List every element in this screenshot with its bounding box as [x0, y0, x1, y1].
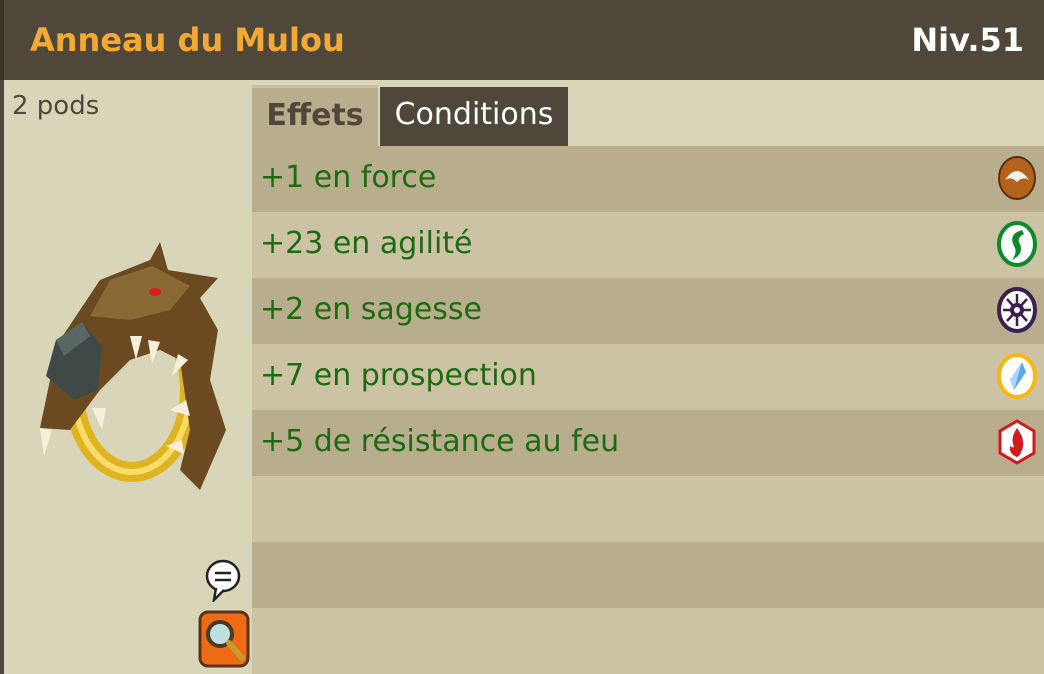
item-title: Anneau du Mulou	[30, 21, 345, 59]
effect-row: +7 en prospection	[252, 344, 1044, 410]
effects-list: +1 en force +23 en agilité +2 en sagesse	[252, 146, 1044, 674]
item-header: Anneau du Mulou Niv.51	[0, 0, 1044, 80]
fire-resistance-icon	[998, 419, 1036, 465]
prospecting-icon	[997, 353, 1037, 399]
effect-text: +7 en prospection	[260, 358, 537, 393]
item-sidebar: 2 pods	[0, 80, 252, 674]
effect-row: +5 de résistance au feu	[252, 410, 1044, 476]
effect-text: +23 en agilité	[260, 226, 473, 261]
effect-text: +5 de résistance au feu	[260, 424, 620, 459]
tab-effets[interactable]: Effets	[252, 85, 378, 146]
force-icon	[998, 156, 1036, 200]
effect-row-empty	[252, 542, 1044, 608]
item-weight: 2 pods	[12, 91, 100, 121]
effect-text: +2 en sagesse	[260, 292, 482, 327]
chat-bubble-icon[interactable]	[204, 558, 242, 602]
effect-row-empty	[252, 476, 1044, 542]
effect-row-empty	[252, 608, 1044, 674]
item-level: Niv.51	[911, 21, 1024, 59]
tab-conditions[interactable]: Conditions	[380, 87, 568, 146]
effect-row: +2 en sagesse	[252, 278, 1044, 344]
tab-bar: Effets Conditions	[252, 80, 1044, 146]
effect-row: +23 en agilité	[252, 212, 1044, 278]
effect-row: +1 en force	[252, 146, 1044, 212]
inspect-magnifier-icon[interactable]	[198, 610, 250, 668]
wisdom-icon	[997, 287, 1037, 333]
effect-text: +1 en force	[260, 160, 437, 195]
item-image	[40, 242, 226, 490]
agility-icon	[997, 221, 1037, 267]
